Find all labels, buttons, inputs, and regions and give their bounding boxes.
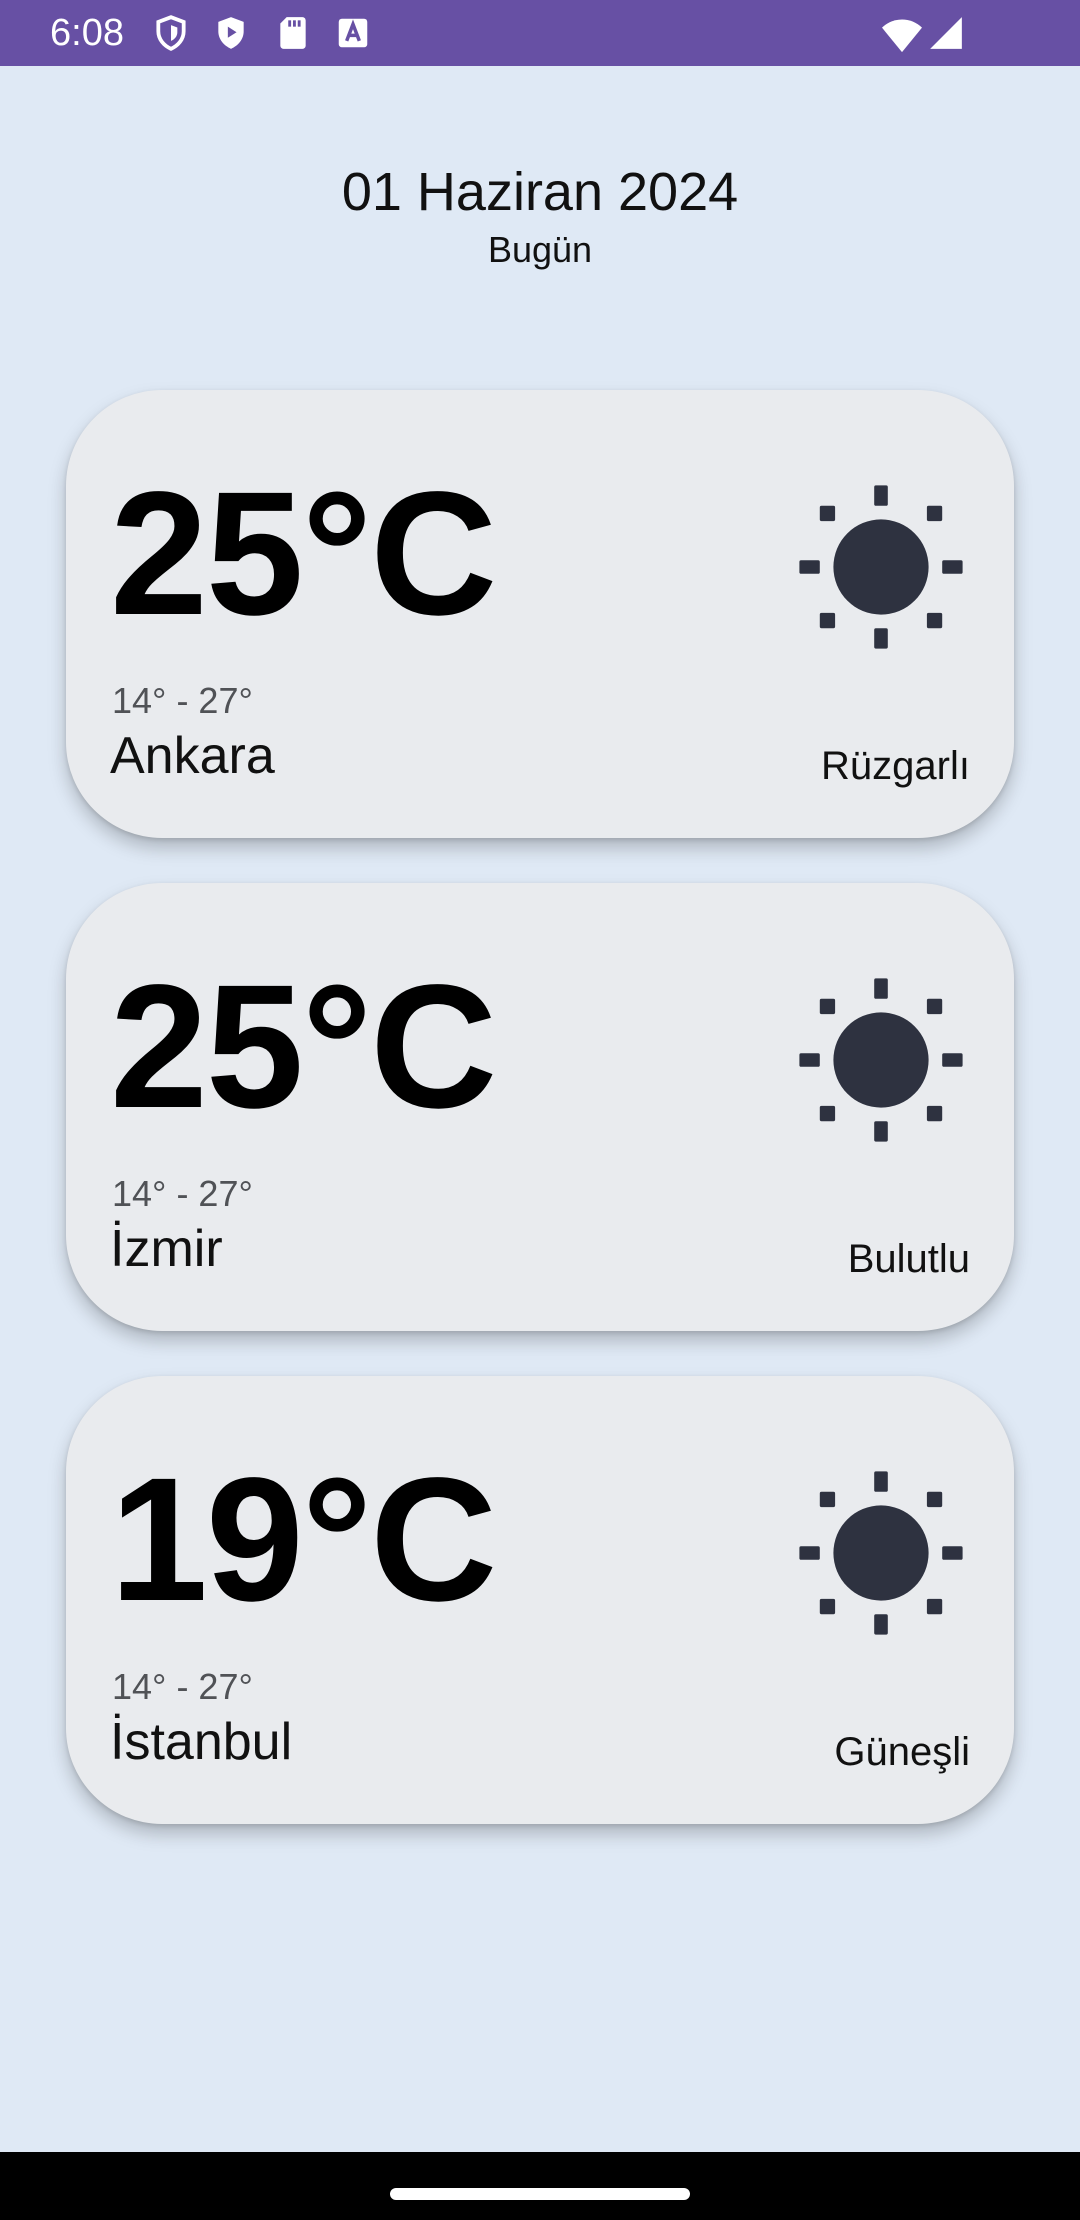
sd-card-icon	[280, 17, 306, 49]
home-gesture-handle[interactable]	[390, 2188, 690, 2200]
temperature: 19°C	[110, 1442, 497, 1638]
weather-condition: Güneşli	[834, 1730, 970, 1774]
signal-icon	[930, 17, 962, 49]
weather-condition: Rüzgarlı	[821, 744, 970, 788]
weather-card-istanbul[interactable]: 19°C 14° - 27° İstanbul Güneşli	[66, 1376, 1014, 1824]
shield-outline-icon	[156, 15, 186, 51]
temperature-range: 14° - 27°	[112, 1173, 253, 1214]
date-subtitle: Bugün	[487, 229, 593, 270]
city-name: İstanbul	[110, 1713, 293, 1771]
date-title: 01 Haziran 2024	[341, 162, 739, 222]
sun-icon	[799, 485, 963, 649]
status-time: 6:08	[50, 12, 124, 54]
weather-card-ankara[interactable]: 25°C 14° - 27° Ankara Rüzgarlı	[66, 390, 1014, 838]
weather-card-izmir[interactable]: 25°C 14° - 27° İzmir Bulutlu	[66, 883, 1014, 1331]
sun-icon	[799, 978, 963, 1142]
sun-icon	[799, 1471, 963, 1635]
wifi-icon	[882, 19, 922, 53]
navigation-bar	[0, 2152, 1080, 2220]
temperature-range: 14° - 27°	[112, 680, 253, 721]
weather-condition: Bulutlu	[847, 1237, 970, 1281]
date-header: 01 Haziran 2024 Bugün	[0, 160, 1080, 272]
shield-play-icon	[218, 17, 244, 49]
city-name: İzmir	[110, 1220, 223, 1278]
temperature-range: 14° - 27°	[112, 1666, 253, 1707]
city-name: Ankara	[110, 727, 275, 785]
temperature: 25°C	[110, 456, 497, 652]
status-bar: 6:08	[0, 0, 1080, 66]
font-a-icon	[338, 18, 368, 48]
temperature: 25°C	[110, 949, 497, 1145]
